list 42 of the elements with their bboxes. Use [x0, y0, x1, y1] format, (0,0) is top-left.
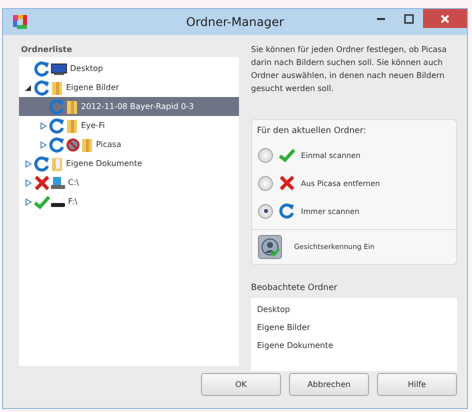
window-title: Ordner-Manager: [186, 15, 284, 29]
radio-button[interactable]: [258, 176, 273, 190]
close-button[interactable]: [423, 9, 467, 28]
folder-name: Desktop: [70, 64, 103, 73]
tree-item[interactable]: Eigene Dokumente: [19, 154, 239, 173]
cancel-button[interactable]: Abbrechen: [289, 373, 369, 396]
folder-name: Picasa: [96, 140, 122, 149]
watched-folders-label: Beobachtete Ordner: [251, 283, 338, 293]
face-recognition-button[interactable]: [258, 235, 282, 259]
tree-item[interactable]: F:\: [19, 192, 239, 211]
tree-item[interactable]: Eye-Fi: [19, 116, 239, 135]
tree-item[interactable]: C:\: [19, 173, 239, 192]
radio-button[interactable]: [258, 204, 273, 218]
folder-name: Eye-Fi: [81, 121, 105, 130]
tree-item[interactable]: Eigene Bilder: [19, 78, 239, 97]
ok-button[interactable]: OK: [201, 373, 281, 396]
folder-name: C:\: [68, 178, 79, 187]
app-icon: [13, 15, 27, 29]
tree-item[interactable]: 2012-11-08 Bayer-Rapid 0-3: [19, 97, 239, 116]
collapsed-arrow-icon[interactable]: [40, 140, 46, 148]
watched-folder[interactable]: Eigene Bilder: [257, 319, 451, 337]
watched-folder[interactable]: Eigene Dokumente: [257, 337, 451, 355]
maximize-icon: [404, 14, 414, 24]
collapsed-arrow-icon[interactable]: [40, 122, 46, 130]
folder-name: Eigene Bilder: [66, 83, 120, 92]
help-button[interactable]: Hilfe: [377, 373, 457, 396]
folder-name: F:\: [68, 197, 78, 206]
collapsed-arrow-icon[interactable]: [24, 198, 32, 206]
description-text: Sie können für jeden Ordner festlegen, ob Picasa darin nach Bildern suchen soll. Sie können auch Ordner auswählen, in denen nach neuen Bildern gesucht werden soll.: [251, 44, 448, 95]
expanded-arrow-icon[interactable]: [24, 84, 32, 92]
folder-list-label: Ordnerliste: [21, 45, 74, 54]
collapsed-arrow-icon[interactable]: [24, 178, 32, 186]
collapsed-arrow-icon[interactable]: [24, 160, 32, 168]
close-icon: [441, 14, 449, 22]
folder-name: Eigene Dokumente: [66, 159, 142, 168]
radio-button[interactable]: [258, 148, 273, 162]
minimize-icon: [377, 18, 385, 20]
folder-name: 2012-11-08 Bayer-Rapid 0-3: [81, 102, 194, 111]
tree-item[interactable]: Desktop: [19, 59, 239, 78]
tree-item[interactable]: Picasa: [19, 135, 239, 154]
watched-folder[interactable]: Desktop: [257, 301, 451, 319]
options-heading: Für den aktuellen Ordner:: [256, 126, 368, 136]
